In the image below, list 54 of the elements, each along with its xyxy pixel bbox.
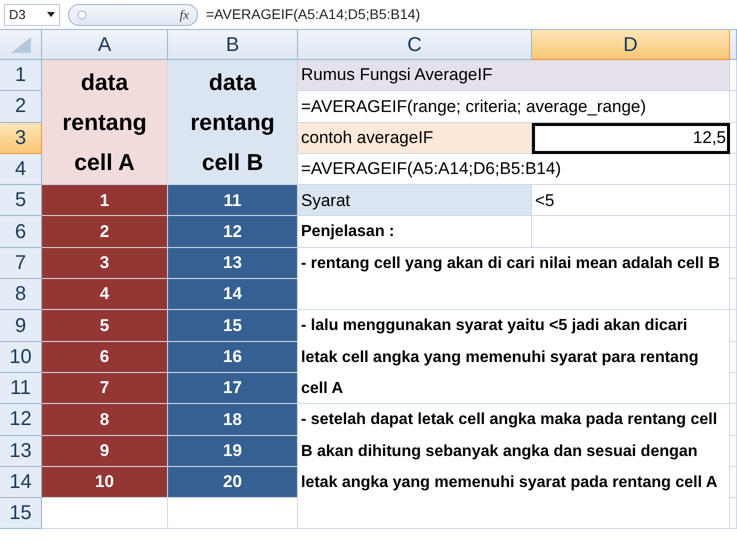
select-all-button[interactable]: [0, 30, 42, 60]
insert-function-button[interactable]: fx: [180, 4, 189, 24]
row-header[interactable]: 10: [0, 342, 42, 373]
table-cell[interactable]: 9: [42, 436, 168, 467]
table-cell[interactable]: 2: [42, 216, 168, 248]
table-cell[interactable]: 3: [42, 248, 168, 280]
table-cell[interactable]: 14: [168, 279, 298, 310]
row-header[interactable]: 7: [0, 248, 42, 280]
table-cell[interactable]: 19: [168, 436, 298, 467]
name-box[interactable]: D3: [4, 4, 60, 26]
knob-icon: [77, 10, 87, 20]
table-cell[interactable]: Syarat: [298, 185, 532, 216]
row-header[interactable]: 9: [0, 310, 42, 342]
column-header[interactable]: D: [532, 30, 730, 60]
column-header[interactable]: [730, 30, 737, 60]
formula-field[interactable]: =AVERAGEIF(A5:A14;D5;B5:B14): [206, 4, 733, 25]
table-cell[interactable]: 12: [168, 216, 298, 248]
table-cell[interactable]: 6: [42, 342, 168, 373]
table-cell[interactable]: 8: [42, 404, 168, 436]
caret-icon[interactable]: [47, 12, 55, 17]
table-cell[interactable]: data rentang cell B: [168, 60, 298, 186]
row-header[interactable]: 13: [0, 436, 42, 467]
column-header[interactable]: A: [42, 30, 168, 60]
column-header[interactable]: B: [168, 30, 298, 60]
table-cell[interactable]: 5: [42, 310, 168, 342]
table-cell[interactable]: 11: [168, 185, 298, 216]
table-cell[interactable]: 16: [168, 342, 298, 373]
row-header[interactable]: 6: [0, 216, 42, 248]
table-cell[interactable]: 12,5: [532, 122, 730, 154]
table-cell[interactable]: 15: [168, 310, 298, 342]
corner-triangle-icon: [10, 36, 30, 52]
table-cell[interactable]: data rentang cell A: [42, 60, 168, 186]
table-cell[interactable]: Rumus Fungsi AverageIF: [298, 60, 730, 92]
table-cell[interactable]: 20: [168, 466, 298, 498]
row-header[interactable]: 11: [0, 372, 42, 404]
row-header[interactable]: 12: [0, 404, 42, 436]
splitter-handle[interactable]: fx: [68, 4, 198, 26]
row-header[interactable]: 4: [0, 154, 42, 186]
table-cell[interactable]: 1: [42, 185, 168, 216]
row-header[interactable]: 14: [0, 466, 42, 498]
row-header[interactable]: 5: [0, 185, 42, 216]
table-cell[interactable]: 18: [168, 404, 298, 436]
table-cell[interactable]: contoh averageIF: [298, 122, 532, 154]
row-header[interactable]: 2: [0, 91, 42, 123]
table-cell[interactable]: 10: [42, 466, 168, 498]
table-cell[interactable]: 7: [42, 372, 168, 404]
row-header[interactable]: 15: [0, 498, 42, 530]
row-header[interactable]: 3: [0, 122, 42, 154]
table-cell[interactable]: 4: [42, 279, 168, 310]
table-cell[interactable]: 13: [168, 248, 298, 280]
row-header[interactable]: 1: [0, 60, 42, 92]
row-header[interactable]: 8: [0, 279, 42, 310]
table-cell[interactable]: 17: [168, 372, 298, 404]
column-header[interactable]: C: [298, 30, 532, 60]
